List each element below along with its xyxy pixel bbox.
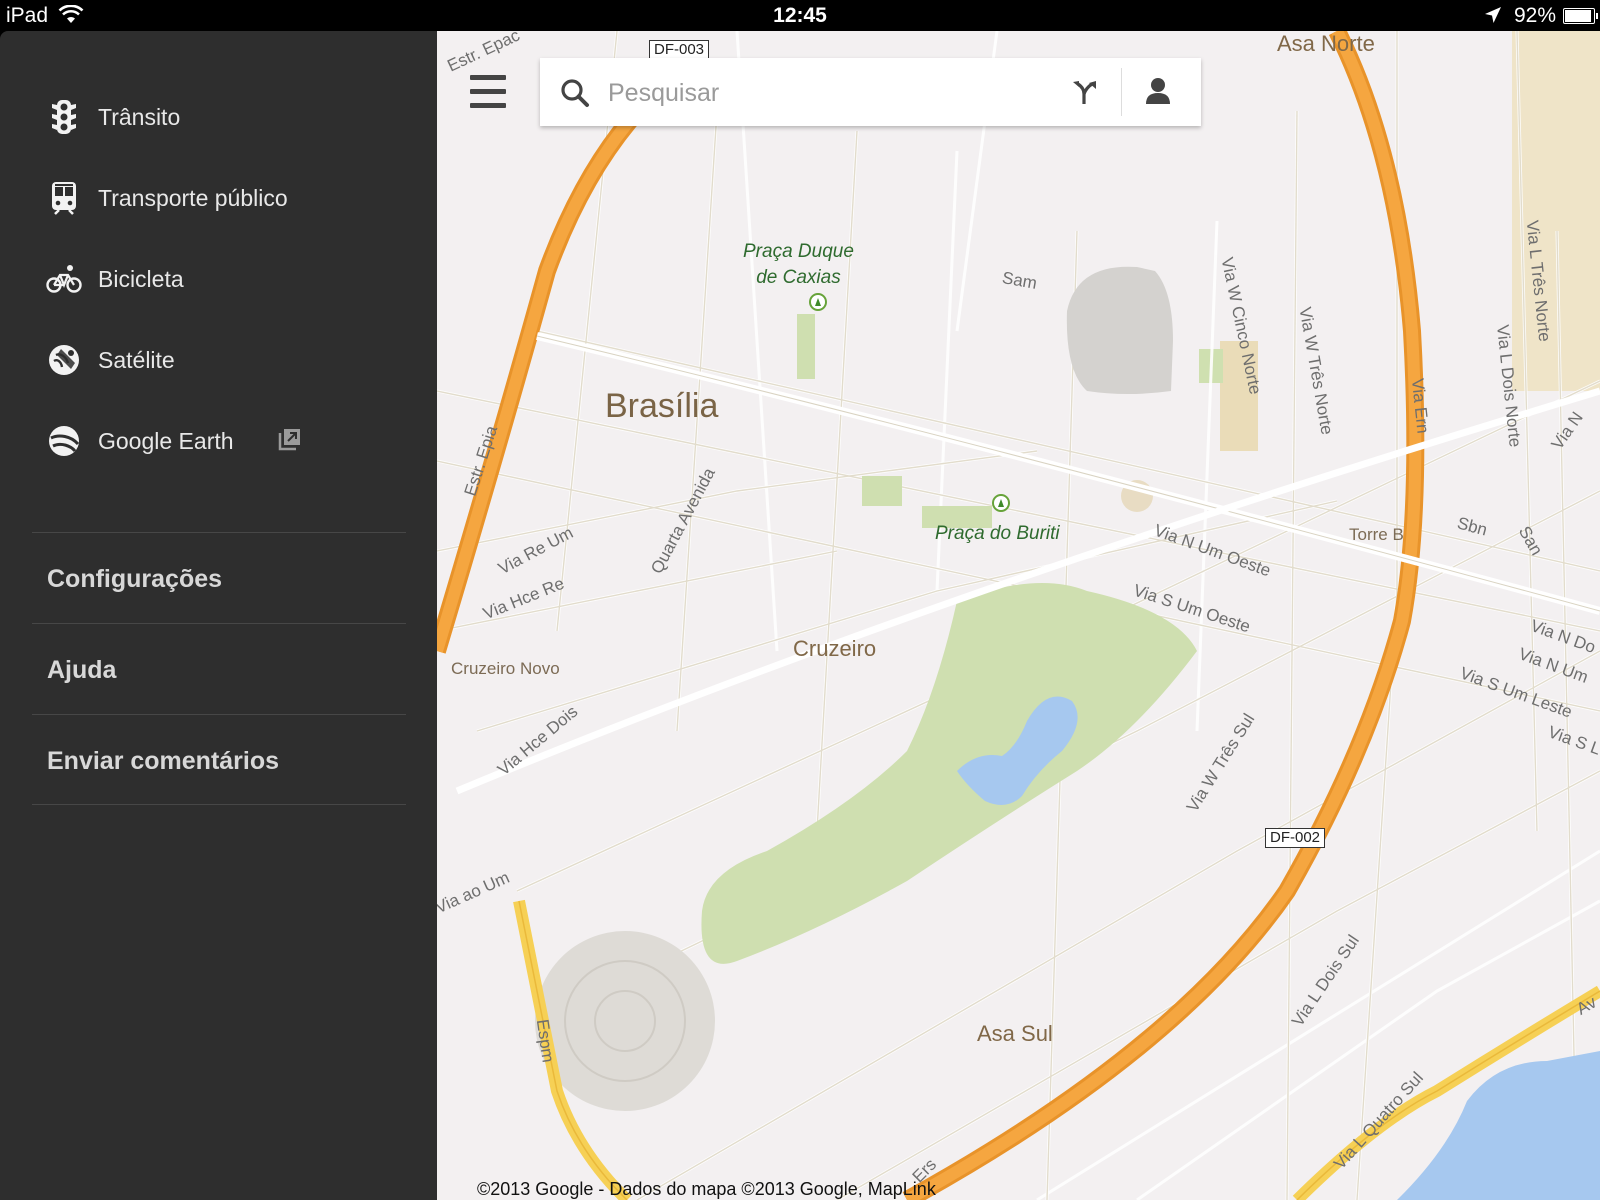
help-link[interactable]: Ajuda bbox=[47, 656, 116, 685]
send-feedback-link[interactable]: Enviar comentários bbox=[47, 747, 279, 776]
clock: 12:45 bbox=[773, 4, 827, 27]
layer-satellite[interactable]: Satélite bbox=[0, 330, 437, 390]
search-divider bbox=[1121, 68, 1122, 116]
map-label-praca-do-buriti: Praça do Buriti bbox=[935, 523, 1060, 544]
map-label-brasilia: Brasília bbox=[605, 387, 719, 425]
search-input[interactable] bbox=[606, 72, 1030, 114]
park-pin-icon[interactable] bbox=[992, 494, 1010, 512]
map-view[interactable]: Asa Norte Brasília Praça Duque de Caxias… bbox=[437, 31, 1600, 1200]
traffic-light-icon bbox=[46, 99, 82, 135]
search-box[interactable] bbox=[540, 58, 1201, 126]
battery-icon bbox=[1563, 8, 1598, 24]
layer-transit-label: Transporte público bbox=[98, 184, 288, 211]
settings-link[interactable]: Configurações bbox=[47, 565, 222, 594]
map-label-cruzeiro-novo: Cruzeiro Novo bbox=[451, 659, 560, 678]
account-icon[interactable] bbox=[1144, 76, 1172, 111]
bicycle-icon bbox=[46, 261, 82, 297]
park-pin-icon[interactable] bbox=[809, 293, 827, 311]
layer-satellite-label: Satélite bbox=[98, 346, 175, 373]
map-copyright: ©2013 Google - Dados do mapa ©2013 Googl… bbox=[477, 1179, 936, 1199]
map-label-asa-sul: Asa Sul bbox=[977, 1021, 1053, 1046]
side-drawer: Trânsito Transporte público Bicicleta Sa… bbox=[0, 31, 437, 1200]
layer-traffic-label: Trânsito bbox=[98, 103, 181, 130]
map-label-praca-duque-de-caxias: Praça Duque de Caxias bbox=[743, 241, 854, 288]
satellite-icon bbox=[46, 342, 82, 378]
location-arrow-icon bbox=[1484, 6, 1502, 30]
google-earth-icon bbox=[46, 423, 82, 459]
layer-traffic[interactable]: Trânsito bbox=[0, 87, 437, 147]
layer-bicycle[interactable]: Bicicleta bbox=[0, 249, 437, 309]
drawer-divider bbox=[32, 623, 406, 624]
transit-icon bbox=[46, 180, 82, 216]
layer-transit[interactable]: Transporte público bbox=[0, 168, 437, 228]
layer-bicycle-label: Bicicleta bbox=[98, 265, 184, 292]
map-label-cruzeiro: Cruzeiro bbox=[793, 636, 877, 661]
drawer-divider bbox=[32, 804, 406, 805]
directions-icon[interactable] bbox=[1070, 78, 1098, 111]
status-bar: iPad 12:45 92% bbox=[0, 0, 1600, 31]
battery-percent: 92% bbox=[1514, 4, 1557, 27]
search-icon bbox=[560, 78, 590, 113]
menu-icon[interactable] bbox=[470, 75, 506, 111]
drawer-divider bbox=[32, 532, 406, 533]
map-label-asa-norte: Asa Norte bbox=[1277, 31, 1375, 56]
layer-google-earth-label: Google Earth bbox=[98, 427, 234, 454]
open-external-icon bbox=[278, 427, 302, 451]
layer-google-earth[interactable]: Google Earth bbox=[0, 411, 437, 471]
drawer-divider bbox=[32, 714, 406, 715]
map-label-torre-b: Torre B bbox=[1349, 525, 1404, 544]
road-shield: DF-002 bbox=[1265, 828, 1326, 848]
road-shield: DF-003 bbox=[649, 40, 710, 60]
